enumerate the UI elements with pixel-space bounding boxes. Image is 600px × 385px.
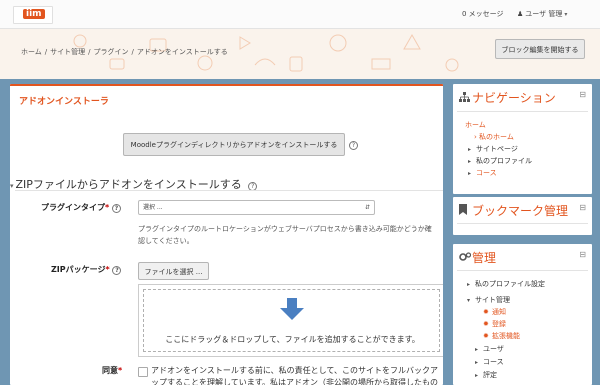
nav-item-my-profile[interactable]: ▸ 私のプロファイル — [468, 156, 532, 166]
sitemap-icon — [459, 92, 470, 102]
nav-item-label: 私のプロファイル — [476, 157, 532, 165]
required-mark: * — [105, 265, 110, 274]
download-arrow-icon — [280, 298, 304, 320]
zip-package-label-text: ZIPパッケージ — [51, 265, 106, 274]
select-value: 選択 ... — [143, 204, 163, 211]
expand-triangle-icon: ▸ — [475, 346, 479, 353]
administration-title: 管理 — [472, 251, 497, 265]
collapse-triangle-icon: ▾ — [10, 182, 14, 190]
help-icon[interactable]: ? — [112, 266, 122, 275]
navigation-block: ナビゲーション ⊟ ホーム › 私のホーム ▸ サイトページ ▸ 私のプロファイル … — [453, 84, 592, 194]
breadcrumb-current[interactable]: アドオンをインストールする — [137, 48, 228, 56]
expand-triangle-icon: ▸ — [475, 372, 479, 379]
nav-item-label: サイトページ — [476, 145, 518, 153]
expand-triangle-icon: ▸ — [467, 281, 471, 288]
agree-checkbox[interactable] — [138, 367, 148, 377]
user-menu[interactable]: ♟ ユーザ 管理 ▾ — [517, 9, 567, 19]
breadcrumb-site-admin[interactable]: サイト管理 — [50, 48, 85, 56]
plugin-type-label: プラグインタイプ* ? — [41, 202, 121, 213]
nav-item-label: ホーム — [465, 121, 486, 129]
top-navbar: iim 0 メッセージ ♟ ユーザ 管理 ▾ — [0, 0, 600, 29]
dropzone-inner: ここにドラッグ＆ドロップして、ファイルを追加することができます。 — [143, 289, 440, 352]
gear-icon: ✹ — [483, 320, 489, 328]
plugin-type-label-text: プラグインタイプ — [41, 203, 105, 212]
nav-item-label: 私のホーム — [479, 133, 514, 141]
file-dropzone[interactable]: ここにドラッグ＆ドロップして、ファイルを追加することができます。 — [138, 284, 443, 357]
start-block-editing-button[interactable]: ブロック編集を開始する — [495, 39, 585, 59]
required-mark: * — [105, 203, 110, 212]
breadcrumb: ホーム / サイト管理 / プラグイン / アドオンをインストールする — [21, 48, 228, 56]
agree-label: 同意* — [102, 365, 122, 376]
admin-item-users[interactable]: ▸ ユーザ — [475, 344, 504, 354]
admin-item-label: 評定 — [483, 371, 497, 379]
gears-icon — [459, 252, 471, 261]
bookmark-block: ブックマーク管理 ⊟ — [453, 197, 592, 235]
choose-file-button[interactable]: ファイルを選択 ... — [138, 262, 209, 280]
breadcrumb-plugins[interactable]: プラグイン — [94, 48, 129, 56]
admin-item-label: 登録 — [492, 320, 506, 328]
site-logo[interactable]: iim — [13, 6, 53, 24]
caret-down-icon: ▾ — [564, 11, 568, 18]
admin-item-registration[interactable]: ✹ 登録 — [483, 319, 506, 329]
admin-item-label: ユーザ — [483, 345, 504, 353]
expand-triangle-icon: ▸ — [468, 146, 472, 153]
bookmark-icon — [459, 204, 467, 215]
divider — [15, 190, 443, 191]
expand-triangle-icon: ▸ — [468, 170, 472, 177]
admin-item-grades[interactable]: ▸ 評定 — [475, 370, 497, 380]
gear-icon: ✹ — [483, 308, 489, 316]
agree-text: アドオンをインストールする前に、私の責任として、このサイトをフルバックアップする… — [151, 366, 438, 385]
nav-item-site-pages[interactable]: ▸ サイトページ — [468, 144, 518, 154]
nav-item-courses[interactable]: ▸ コース — [468, 168, 497, 178]
admin-item-label: 通知 — [492, 308, 506, 316]
plugin-type-description: プラグインタイプのルートロケーションがウェブサーバプロセスから書き込み可能かどう… — [138, 225, 432, 245]
required-mark: * — [118, 366, 123, 375]
expand-triangle-icon: ▸ — [468, 158, 472, 165]
admin-item-site-admin[interactable]: ▾ サイト管理 — [467, 295, 510, 305]
zip-package-label: ZIPパッケージ* ? — [51, 264, 122, 275]
admin-item-advanced-features[interactable]: ✹ 拡張機能 — [483, 331, 520, 341]
administration-block: 管理 ⊟ ▸ 私のプロファイル設定 ▾ サイト管理 ✹ 通知 ✹ 登録 ✹ 拡張機能 ▸ ユ… — [453, 244, 592, 385]
admin-item-courses[interactable]: ▸ コース — [475, 357, 504, 367]
nav-item-label: コース — [476, 169, 497, 177]
admin-item-label: サイト管理 — [475, 296, 510, 304]
navigation-title: ナビゲーション — [472, 91, 556, 105]
divider — [457, 111, 588, 112]
accent-bar — [10, 84, 443, 86]
admin-item-label: コース — [483, 358, 504, 366]
page-title: アドオンインストーラ — [19, 97, 109, 107]
collapse-triangle-icon: ▾ — [467, 297, 471, 304]
divider — [457, 270, 588, 271]
admin-item-label: 私のプロファイル設定 — [475, 280, 545, 288]
minimize-icon[interactable]: ⊟ — [579, 90, 586, 99]
main-panel: アドオンインストーラ Moodleプラグインディレクトリからアドオンをインストー… — [10, 84, 443, 385]
nav-item-my-home[interactable]: › 私のホーム — [474, 132, 514, 142]
dropzone-text: ここにドラッグ＆ドロップして、ファイルを追加することができます。 — [165, 335, 420, 344]
chevron-right-icon: › — [474, 133, 477, 141]
agree-label-text: 同意 — [102, 366, 118, 375]
user-icon: ♟ — [517, 10, 524, 18]
plugin-type-select[interactable]: 選択 ... ⇵ — [138, 200, 375, 215]
gear-icon: ✹ — [483, 332, 489, 340]
user-name: ユーザ 管理 — [525, 10, 563, 18]
breadcrumb-home[interactable]: ホーム — [21, 48, 42, 56]
logo-text: iim — [23, 9, 45, 19]
bookmark-title: ブックマーク管理 — [472, 204, 569, 218]
minimize-icon[interactable]: ⊟ — [579, 250, 586, 259]
expand-triangle-icon: ▸ — [475, 359, 479, 366]
select-arrows-icon: ⇵ — [364, 204, 370, 211]
minimize-icon[interactable]: ⊟ — [579, 203, 586, 212]
admin-item-notifications[interactable]: ✹ 通知 — [483, 307, 506, 317]
help-icon[interactable]: ? — [111, 204, 121, 213]
help-icon[interactable]: ? — [349, 141, 358, 150]
messages-link[interactable]: 0 メッセージ — [462, 9, 504, 19]
admin-item-label: 拡張機能 — [492, 332, 520, 340]
admin-item-profile-settings[interactable]: ▸ 私のプロファイル設定 — [467, 279, 545, 289]
divider — [457, 223, 588, 224]
install-from-directory-button[interactable]: Moodleプラグインディレクトリからアドオンをインストールする — [123, 133, 345, 156]
nav-item-home[interactable]: ホーム — [465, 120, 486, 130]
